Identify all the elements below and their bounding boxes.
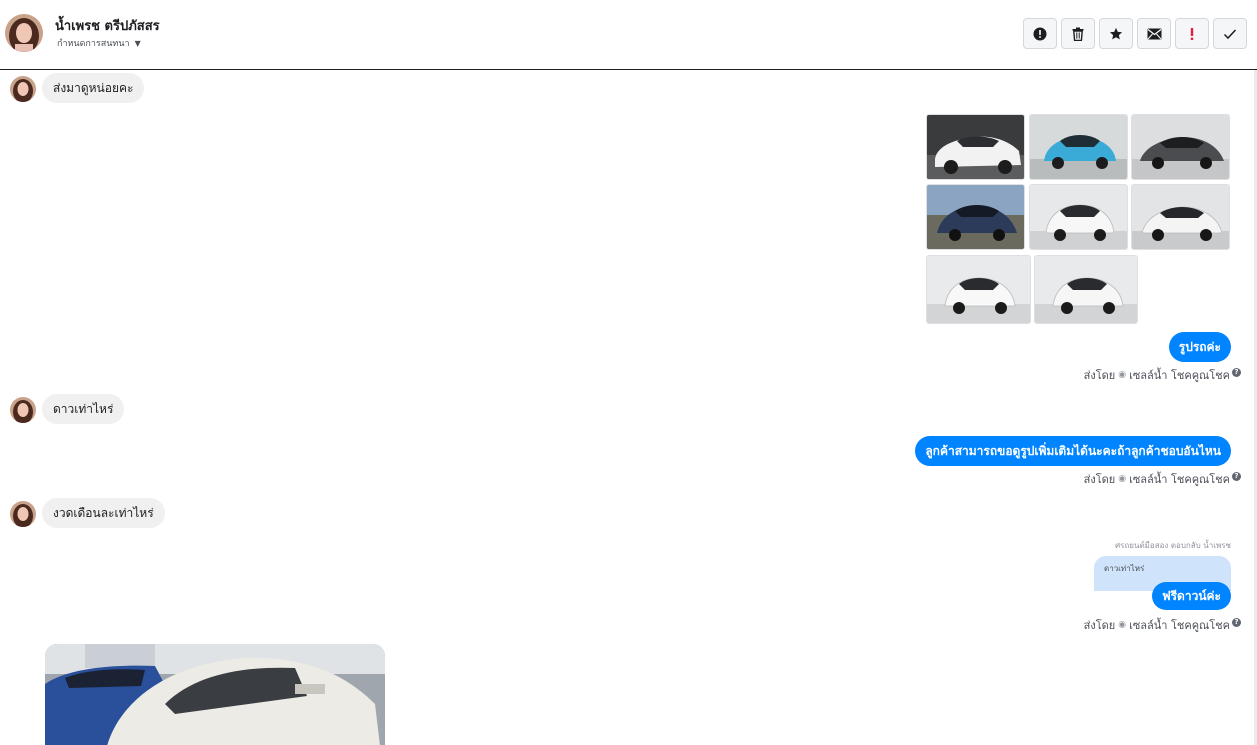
car-photo-thumbnail[interactable] — [1029, 114, 1128, 180]
trash-icon — [1072, 27, 1084, 41]
contact-avatar-small[interactable] — [10, 501, 36, 527]
help-icon[interactable]: ? — [1232, 618, 1241, 627]
spam-button[interactable] — [1023, 18, 1057, 49]
car-photo-thumbnail[interactable] — [926, 255, 1031, 324]
incoming-message: ดาวเท่าไหร่ — [42, 394, 125, 424]
sent-by-label: ส่งโดย ◉ เซลล์น้ำ โชคคูณโชค — [1084, 616, 1230, 634]
incoming-message: งวดเดือนละเท่าไหร่ — [42, 498, 165, 528]
exclamation-icon — [1190, 27, 1194, 40]
assign-label: กำหนดการสนทนา — [57, 39, 130, 49]
sent-by-name[interactable]: เซลล์น้ำ โชคคูณโชค — [1129, 470, 1230, 488]
sent-by-name[interactable]: เซลล์น้ำ โชคคูณโชค — [1129, 366, 1230, 384]
check-icon — [1223, 28, 1237, 39]
help-icon[interactable]: ? — [1232, 368, 1241, 377]
sent-by-label: ส่งโดย ◉ เซลล์น้ำ โชคคูณโชค — [1084, 470, 1230, 488]
conversation-header: น้ำเพรช ตรีปภัสสร กำหนดการสนทนา ▼ — [0, 0, 1257, 70]
conversation-actions — [1023, 18, 1247, 49]
star-button[interactable] — [1099, 18, 1133, 49]
dot-icon: ◉ — [1118, 620, 1127, 630]
mark-done-button[interactable] — [1213, 18, 1247, 49]
sent-by-prefix: ส่งโดย — [1083, 473, 1116, 486]
outgoing-message: ฟรีดาวน์ค่ะ — [1152, 582, 1231, 610]
star-icon — [1109, 27, 1123, 39]
conversation-view: น้ำเพรช ตรีปภัสสร กำหนดการสนทนา ▼ ส่งมาด… — [0, 0, 1257, 745]
car-photo-thumbnail[interactable] — [926, 114, 1025, 180]
sent-by-prefix: ส่งโดย — [1083, 369, 1116, 382]
contact-avatar[interactable] — [5, 14, 43, 52]
contact-name: น้ำเพรช ตรีปภัสสร — [55, 19, 160, 34]
caret-down-icon: ▼ — [134, 38, 141, 48]
sent-by-prefix: ส่งโดย — [1083, 619, 1116, 632]
car-photo-thumbnail[interactable] — [1029, 184, 1128, 250]
car-photo-thumbnail[interactable] — [1034, 255, 1138, 324]
outgoing-message: รูปรถค่ะ — [1168, 332, 1231, 362]
car-photo-thumbnail[interactable] — [1131, 184, 1230, 250]
assign-conversation-dropdown[interactable]: กำหนดการสนทนา ▼ — [57, 36, 141, 50]
outgoing-message: ลูกค้าสามารถขอดูรูปเพิ่มเติมได้นะคะถ้าลู… — [915, 436, 1231, 466]
delete-button[interactable] — [1061, 18, 1095, 49]
contact-avatar-small[interactable] — [10, 397, 36, 423]
dot-icon: ◉ — [1118, 474, 1127, 484]
car-photo-thumbnail[interactable] — [1131, 114, 1230, 180]
envelope-icon — [1147, 28, 1161, 39]
reply-meta: ศรถยนต์มือสอง ตอบกลับ น้ำเพรช — [1115, 541, 1231, 550]
sent-by-name[interactable]: เซลล์น้ำ โชคคูณโชค — [1129, 616, 1230, 634]
follow-up-button[interactable] — [1175, 18, 1209, 49]
car-photo-thumbnail[interactable] — [926, 184, 1025, 250]
contact-avatar-small[interactable] — [10, 76, 36, 102]
mark-unread-button[interactable] — [1137, 18, 1171, 49]
incoming-car-photo[interactable] — [45, 644, 385, 745]
spam-icon — [1033, 27, 1047, 40]
help-icon[interactable]: ? — [1232, 472, 1241, 481]
dot-icon: ◉ — [1118, 370, 1127, 380]
incoming-message: ส่งมาดูหน่อยคะ — [42, 73, 145, 103]
sent-by-label: ส่งโดย ◉ เซลล์น้ำ โชคคูณโชค — [1084, 366, 1230, 384]
